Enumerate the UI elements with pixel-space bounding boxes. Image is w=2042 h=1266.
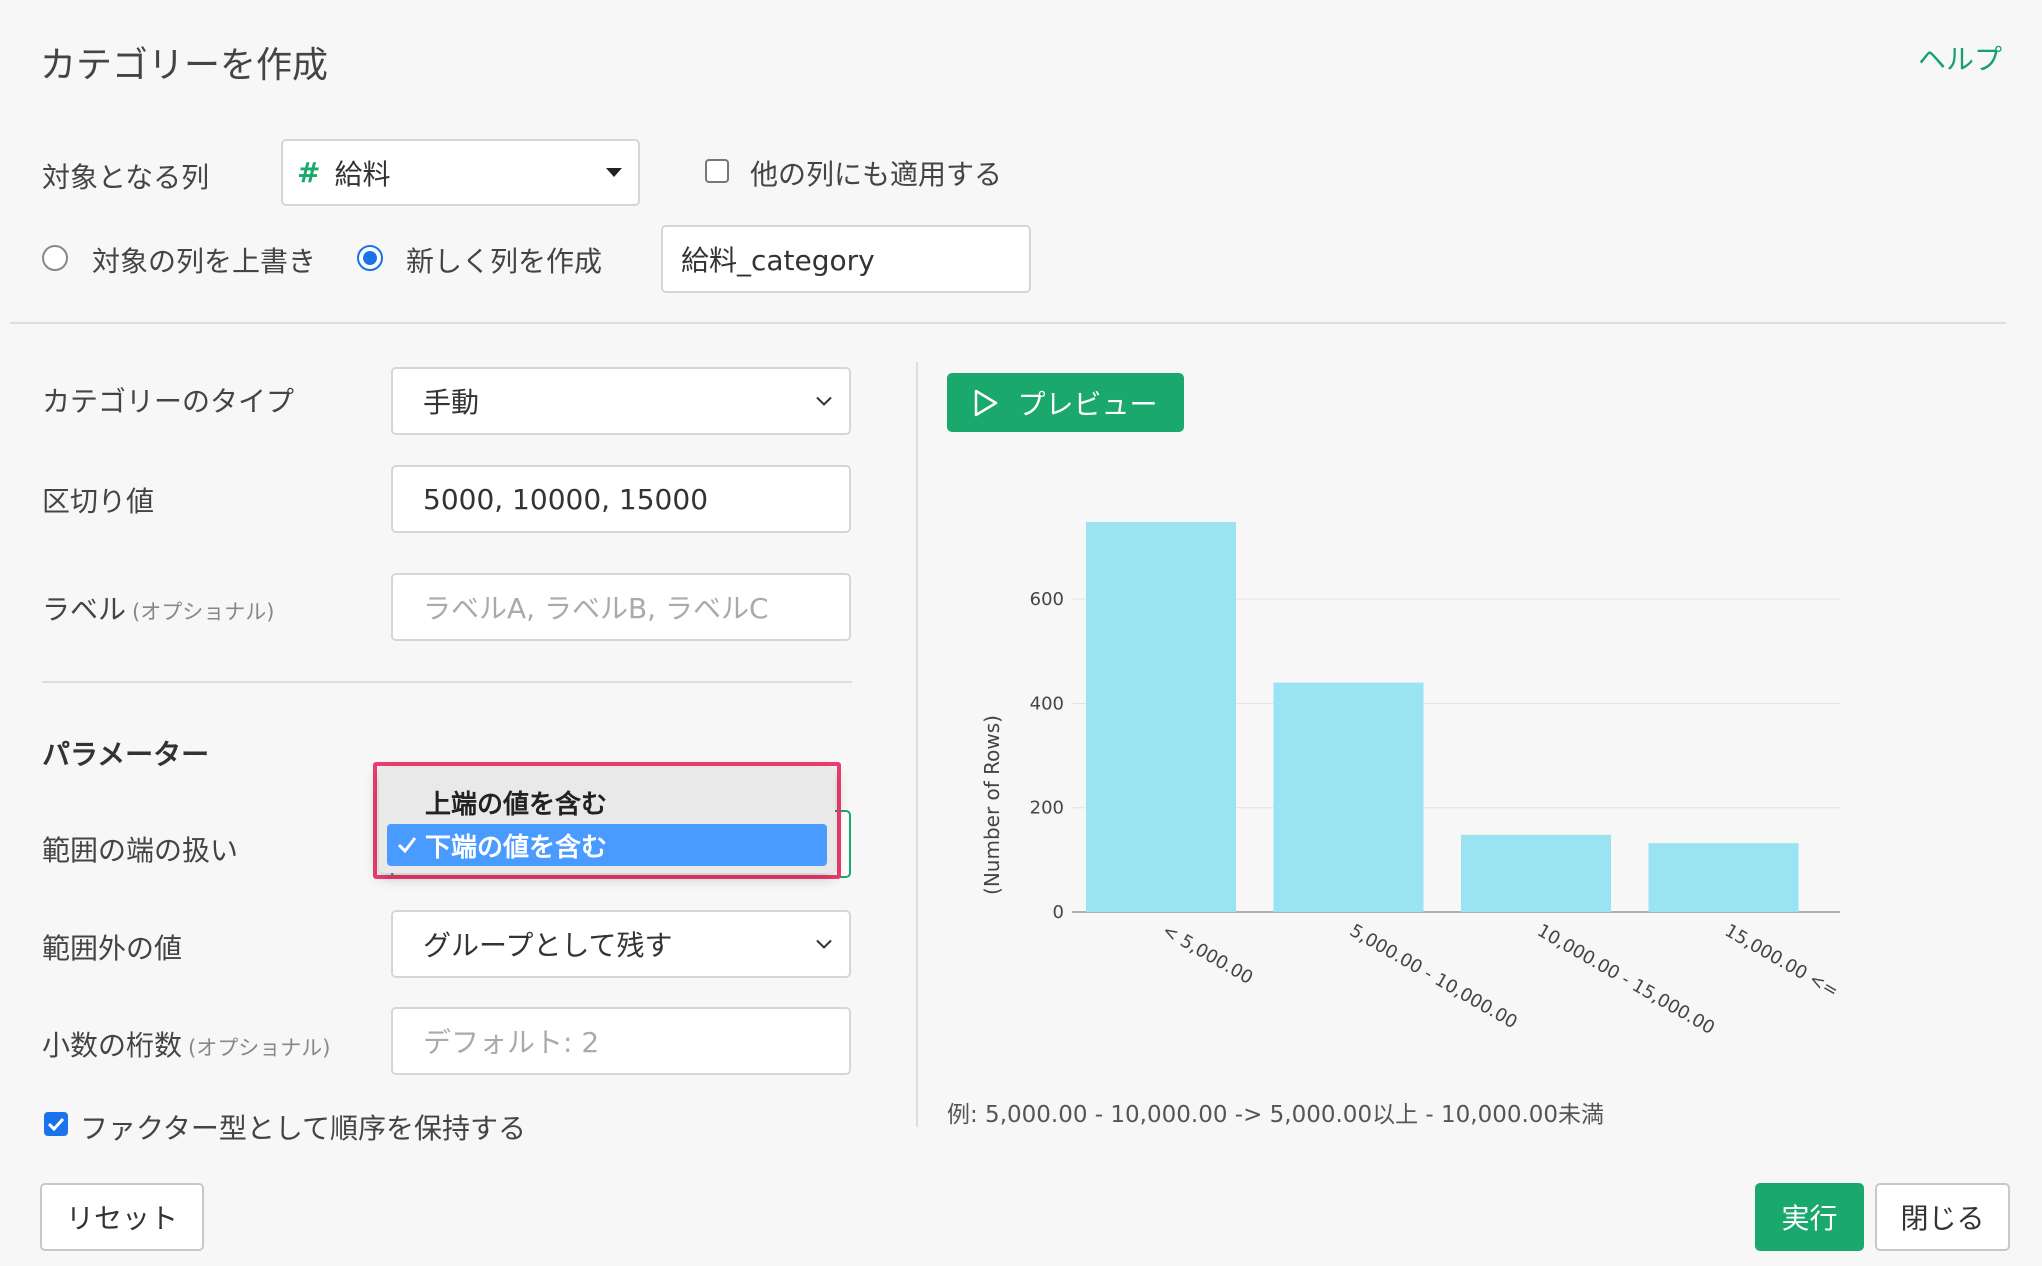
y-tick-label: 400 bbox=[1030, 693, 1064, 714]
overwrite-label: 対象の列を上書き bbox=[92, 245, 317, 278]
parameters-heading: パラメーター bbox=[42, 738, 210, 771]
checkmark-icon bbox=[397, 837, 417, 854]
target-column-label: 対象となる列 bbox=[42, 161, 210, 194]
y-tick-label: 0 bbox=[1053, 902, 1064, 923]
run-button[interactable]: 実行 bbox=[1755, 1183, 1864, 1251]
checkmark-icon bbox=[47, 1117, 65, 1131]
create-new-label: 新しく列を作成 bbox=[406, 245, 603, 278]
decimals-label: 小数の桁数 (オプショナル) bbox=[42, 1029, 331, 1062]
help-link[interactable]: ヘルプ bbox=[1918, 38, 2002, 78]
apply-other-columns-label: 他の列にも適用する bbox=[750, 158, 1003, 191]
histogram-bar bbox=[1648, 843, 1799, 912]
range-edge-label: 範囲の端の扱い bbox=[42, 834, 239, 867]
dropdown-option-upper[interactable]: 上端の値を含む bbox=[425, 784, 607, 821]
x-tick-label: 10,000.00 - 15,000.00 bbox=[1534, 920, 1719, 1039]
category-type-select[interactable]: 手動 bbox=[391, 367, 851, 435]
decimals-input[interactable]: デフォルト: 2 bbox=[391, 1007, 851, 1075]
histogram-bar bbox=[1086, 522, 1236, 912]
breaks-input[interactable]: 5000, 10000, 15000 bbox=[391, 465, 851, 533]
out-of-range-value: グループとして残す bbox=[423, 929, 673, 962]
dialog-title: カテゴリーを作成 bbox=[40, 45, 329, 86]
target-column-select[interactable]: # 給料 bbox=[281, 139, 640, 206]
labels-input[interactable]: ラベルA, ラベルB, ラベルC bbox=[391, 573, 851, 641]
out-of-range-label: 範囲外の値 bbox=[42, 932, 183, 965]
x-tick-label: 15,000.00 <= bbox=[1721, 920, 1842, 1002]
panel-divider bbox=[916, 362, 918, 1127]
create-new-radio[interactable] bbox=[357, 245, 383, 271]
factor-order-label: ファクター型として順序を保持する bbox=[80, 1112, 527, 1145]
section-divider bbox=[10, 322, 2006, 324]
optional-tag: (オプショナル) bbox=[188, 1036, 331, 1060]
range-edge-dropdown-menu: 上端の値を含む 下端の値を含む bbox=[379, 768, 835, 873]
out-of-range-select[interactable]: グループとして残す bbox=[391, 910, 851, 978]
factor-order-checkbox[interactable] bbox=[44, 1112, 68, 1136]
y-tick-label: 600 bbox=[1030, 589, 1064, 610]
histogram-bar bbox=[1461, 834, 1611, 912]
target-column-value: 給料 bbox=[334, 157, 391, 191]
category-type-value: 手動 bbox=[423, 386, 480, 419]
caret-down-icon bbox=[606, 167, 622, 177]
new-column-name-input[interactable]: 給料_category bbox=[661, 225, 1031, 293]
x-tick-label: 5,000.00 - 10,000.00 bbox=[1346, 920, 1521, 1033]
overwrite-radio[interactable] bbox=[42, 245, 68, 271]
close-button[interactable]: 閉じる bbox=[1875, 1183, 2010, 1251]
y-axis-label: (Number of Rows) bbox=[980, 715, 1004, 895]
labels-label: ラベル (オプショナル) bbox=[42, 593, 275, 626]
chevron-down-icon bbox=[816, 396, 832, 406]
play-icon bbox=[975, 389, 998, 416]
y-tick-label: 200 bbox=[1030, 798, 1064, 819]
optional-tag: (オプショナル) bbox=[132, 600, 275, 624]
form-divider bbox=[42, 681, 852, 683]
histogram-chart: 0 200 400 600 < 5,000.00 5,000.00 - 10,000.0… bbox=[980, 522, 1842, 1039]
apply-other-columns-checkbox[interactable] bbox=[705, 159, 729, 183]
x-tick-label: < 5,000.00 bbox=[1159, 920, 1257, 989]
example-text: 例: 5,000.00 - 10,000.00 -> 5,000.00以上 - … bbox=[947, 1102, 1605, 1128]
category-type-label: カテゴリーのタイプ bbox=[42, 385, 295, 418]
dropdown-option-lower[interactable]: 下端の値を含む bbox=[387, 824, 827, 866]
numeric-column-icon: # bbox=[297, 156, 321, 189]
chevron-down-icon bbox=[816, 939, 832, 949]
histogram-bar bbox=[1273, 682, 1424, 912]
reset-button[interactable]: リセット bbox=[40, 1183, 204, 1251]
preview-button[interactable]: プレビュー bbox=[947, 373, 1184, 432]
breaks-label: 区切り値 bbox=[42, 485, 155, 518]
